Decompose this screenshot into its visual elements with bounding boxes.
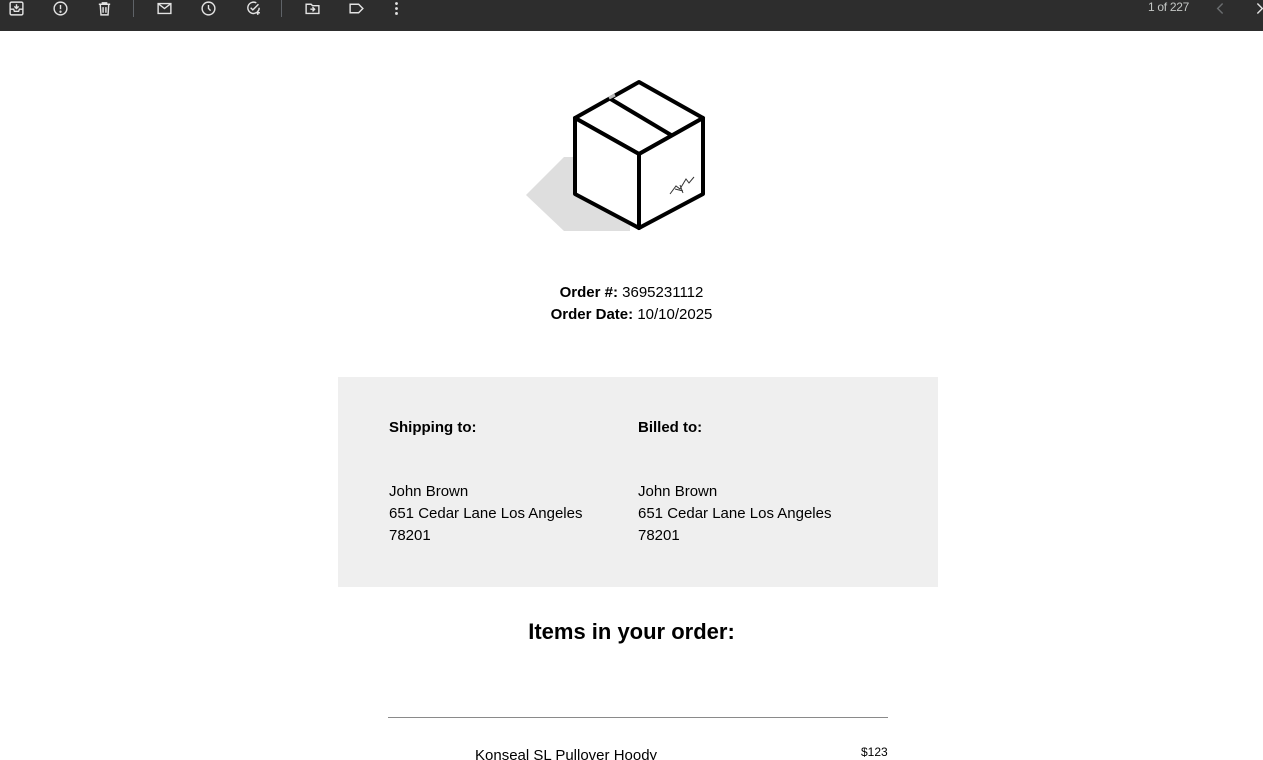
add-task-icon (246, 1, 260, 15)
archive-icon (8, 0, 24, 16)
order-date-value: 10/10/2025 (637, 306, 713, 323)
billing-zip: 78201 (638, 527, 680, 544)
shipping-lines: John Brown 651 Cedar Lane Los Angeles 78… (389, 481, 582, 547)
order-number-label: Order #: (559, 284, 618, 301)
items-divider (388, 717, 888, 718)
archive-button[interactable] (5, 0, 27, 18)
order-number-line: Order #: 3695231112 (0, 282, 1263, 304)
label-button[interactable] (345, 0, 367, 18)
newer-button[interactable] (1209, 0, 1231, 18)
chevron-left-icon (1216, 2, 1223, 14)
billing-lines: John Brown 651 Cedar Lane Los Angeles 78… (638, 481, 831, 547)
items-heading: Items in your order: (528, 619, 735, 644)
mark-unread-icon (156, 2, 172, 14)
billing-name: John Brown (638, 483, 718, 500)
billing-heading: Billed to: (638, 419, 703, 436)
chevron-right-icon (1256, 2, 1263, 14)
message-toolbar: 1 of 227 (0, 0, 1263, 31)
email-body: Order #: 3695231112 Order Date: 10/10/20… (0, 31, 1263, 760)
add-task-button[interactable] (242, 0, 264, 18)
delete-icon (98, 1, 110, 16)
order-number-value: 3695231112 (622, 284, 704, 301)
shipping-name: John Brown (389, 483, 469, 500)
shipping-zip: 78201 (389, 527, 431, 544)
move-to-icon (304, 3, 320, 14)
mark-unread-button[interactable] (153, 0, 175, 18)
billing-street: 651 Cedar Lane Los Angeles (638, 505, 832, 522)
older-button[interactable] (1248, 0, 1263, 18)
toolbar-divider (281, 0, 282, 17)
shipping-street: 651 Cedar Lane Los Angeles (389, 505, 583, 522)
delete-button[interactable] (93, 0, 115, 18)
address-panel: Shipping to: John Brown 651 Cedar Lane L… (338, 377, 938, 587)
snooze-icon (200, 0, 216, 16)
item-price: $123 (861, 745, 888, 759)
move-to-button[interactable] (301, 0, 323, 18)
report-spam-button[interactable] (49, 0, 71, 18)
snooze-button[interactable] (197, 0, 219, 18)
package-box-icon (526, 80, 705, 231)
toolbar-divider (133, 0, 134, 17)
report-spam-icon (52, 0, 68, 16)
order-date-label: Order Date: (550, 306, 634, 323)
more-options-icon (394, 1, 398, 15)
more-options-button[interactable] (385, 0, 407, 18)
item-name[interactable]: Konseal SL Pullover Hoody (475, 747, 657, 760)
pager-count: 1 of 227 (1148, 0, 1189, 14)
shipping-heading: Shipping to: (389, 419, 477, 436)
order-date-line: Order Date: 10/10/2025 (0, 304, 1263, 326)
label-icon (348, 3, 364, 13)
